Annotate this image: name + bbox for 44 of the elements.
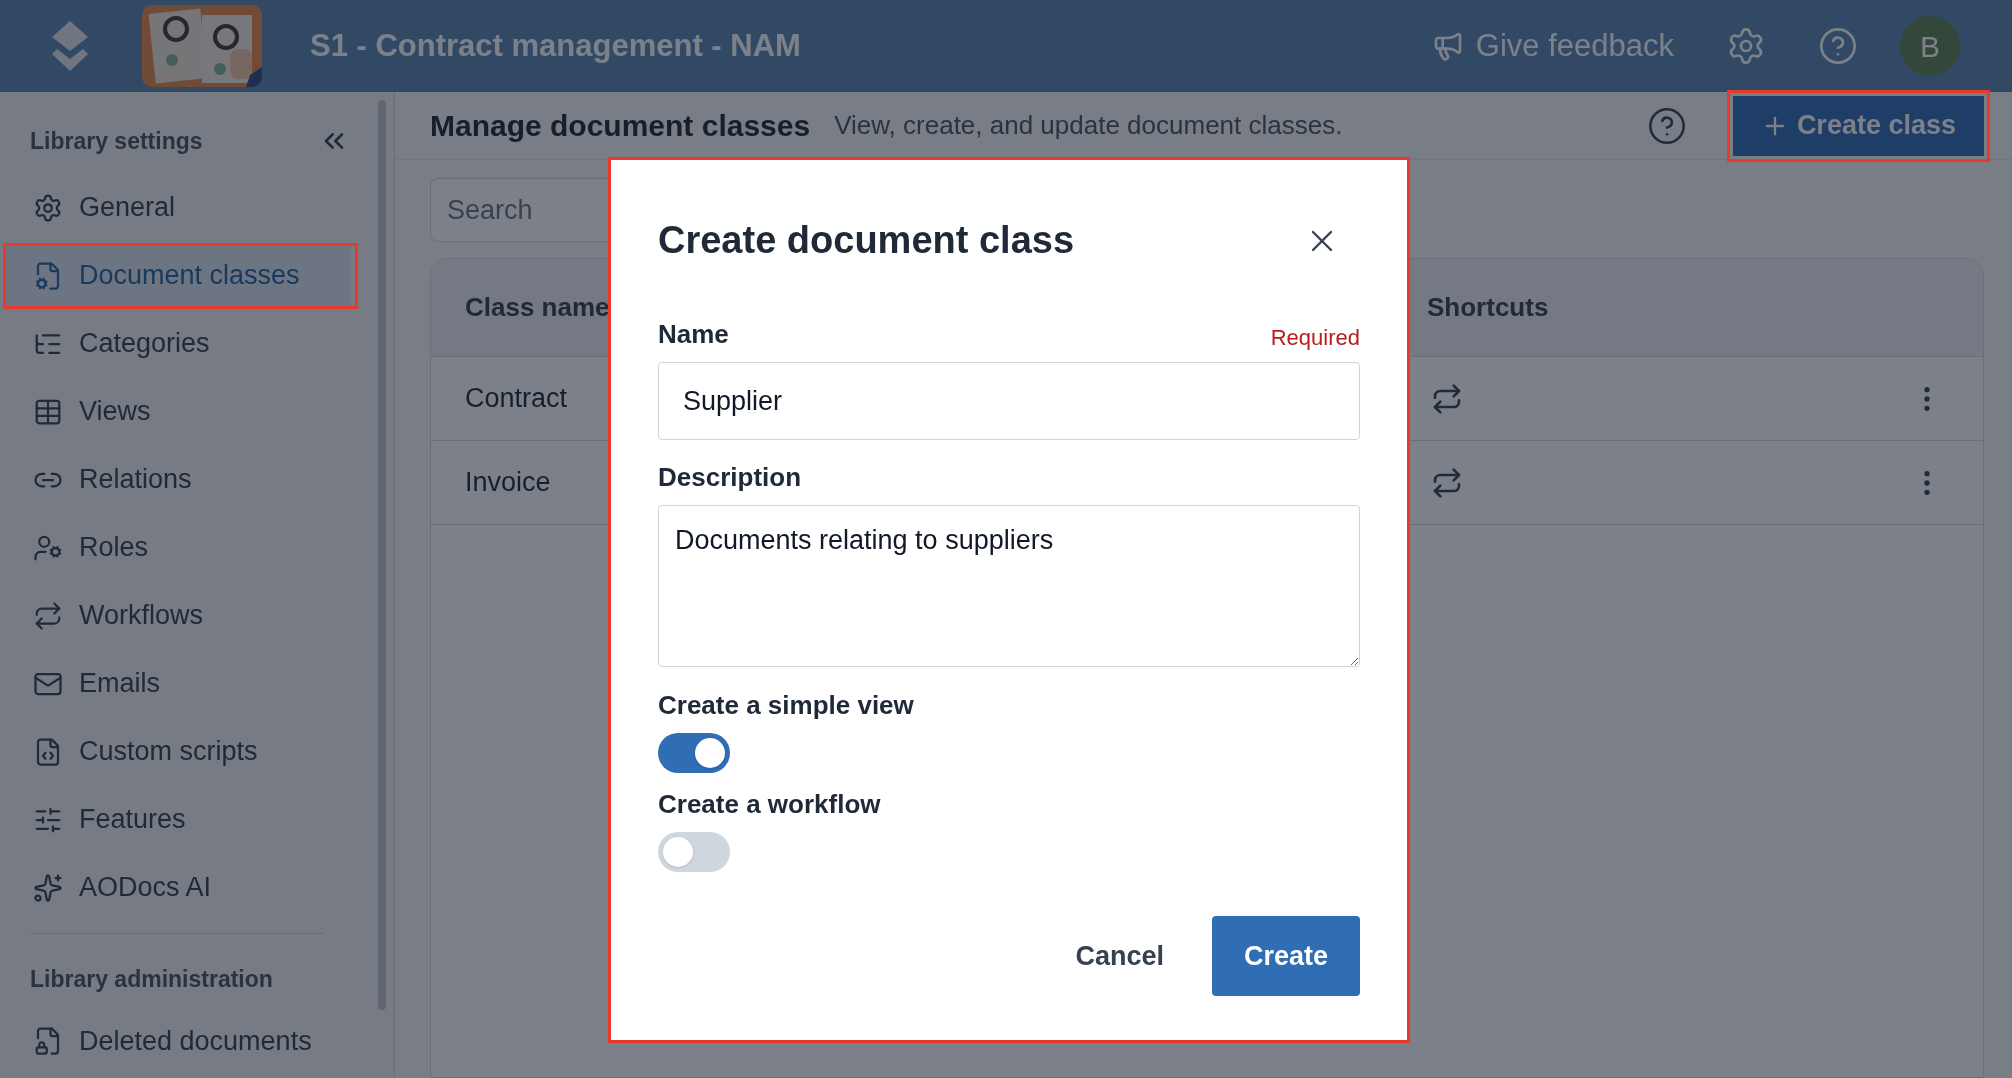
column-header: Shortcuts [1427,291,1549,324]
sidebar-item[interactable]: Relations [3,448,351,511]
table-cell: Invoice [465,467,551,498]
toggle-switch[interactable] [658,733,730,773]
toggle-label: Create a simple view [658,689,915,722]
cancel-button[interactable]: Cancel [1075,935,1164,977]
description-field[interactable]: Documents relating to suppliers [658,505,1360,667]
user-avatar[interactable]: B [1900,16,1960,76]
page-title: Manage document classes [430,108,811,144]
repeat-icon [33,600,63,631]
sidebar-item[interactable]: Categories [3,312,351,375]
sidebar-item[interactable]: Roles [3,516,351,579]
sidebar-item[interactable]: Custom scripts [3,720,351,783]
page-subtitle: View, create, and update document classes. [834,109,1343,142]
repeat-icon [1431,466,1463,499]
help-icon[interactable] [1646,105,1687,146]
gear-icon [33,192,63,223]
help-icon[interactable] [1818,26,1858,66]
section-title: Library administration [29,964,274,994]
sidebar-item[interactable]: General [3,176,351,239]
toggle-label: Create a workflow [658,788,882,821]
field-label: Description [658,461,803,494]
sidebar-item[interactable]: Document classes [3,244,351,307]
sidebar-item[interactable]: AODocs AI [3,856,351,919]
repeat-icon [1431,382,1463,415]
section-title: Library settings [30,127,203,156]
name-field[interactable]: Supplier [658,362,1360,440]
sidebar-item[interactable]: Workflows [3,584,351,647]
create-button[interactable]: Create [1211,916,1360,996]
table-cell: Contract [465,383,568,414]
sidebar-item[interactable]: Views [3,380,351,443]
sidebar-item[interactable]: Deleted documents [3,1010,351,1072]
feedback-button[interactable]: Give feedback [1431,22,1674,70]
field-label: Name [658,318,729,351]
logo-icon [52,21,88,71]
sidebar-item[interactable]: Features [3,788,351,851]
sidebar-item[interactable]: Emails [3,652,351,715]
required-label: Required [1270,324,1360,352]
column-header: Class name [465,292,610,322]
toggle-switch[interactable] [658,832,730,872]
dialog-title: Create document class [658,218,1075,263]
create-class-button[interactable]: Create class [1732,95,1984,156]
app-title: S1 - Contract management - NAM [310,26,801,65]
sparkle-icon [33,872,63,903]
